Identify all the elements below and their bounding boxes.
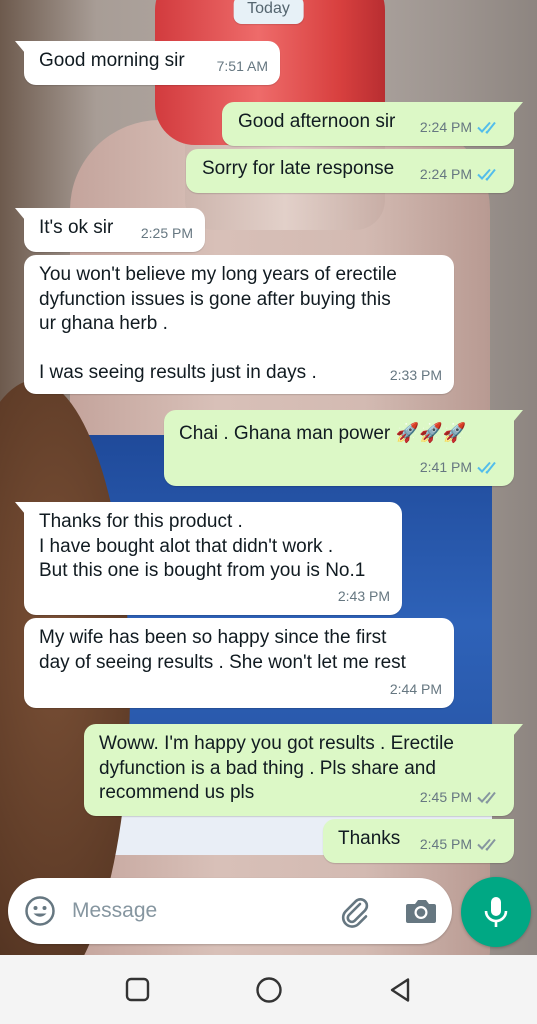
message-bubble-incoming[interactable]: Good morning sir 7:51 AM: [15, 41, 280, 85]
message-composer: [8, 878, 452, 944]
recents-square-icon[interactable]: [123, 975, 153, 1005]
date-separator: Today: [233, 0, 304, 24]
message-time: 2:45 PM: [419, 788, 472, 805]
back-triangle-icon[interactable]: [386, 975, 416, 1005]
message-text: Thanks: [338, 828, 401, 849]
message-text: You won't believe my long years of erect…: [39, 264, 397, 383]
mic-button[interactable]: [461, 877, 531, 947]
message-time: 2:25 PM: [140, 224, 193, 241]
message-bubble-outgoing[interactable]: Thanks 2:45 PM: [323, 819, 514, 863]
read-receipt-icon: [477, 167, 502, 181]
message-text-row: Chai . Ghana man power 🚀🚀🚀: [179, 422, 467, 447]
message-text: Chai . Ghana man power: [179, 423, 391, 444]
delivered-receipt-icon: [477, 790, 502, 804]
message-time: 2:33 PM: [389, 366, 442, 383]
message-bubble-outgoing[interactable]: Sorry for late response 2:24 PM: [186, 149, 514, 193]
rocket-emoji: 🚀🚀🚀: [395, 423, 467, 444]
message-time: 7:51 AM: [216, 57, 268, 74]
message-bubble-incoming[interactable]: Thanks for this product . I have bought …: [15, 502, 402, 615]
message-time: 2:44 PM: [389, 680, 442, 697]
message-meta: 2:45 PM: [420, 785, 502, 810]
message-text: Sorry for late response: [202, 158, 395, 179]
message-meta: 2:41 PM: [420, 455, 502, 480]
camera-icon[interactable]: [404, 895, 438, 927]
message-meta: 2:24 PM: [420, 162, 502, 187]
paperclip-icon[interactable]: [338, 895, 372, 929]
system-navigation-bar: [0, 955, 537, 1024]
message-meta: 2:33 PM: [390, 363, 442, 388]
message-bubble-outgoing[interactable]: Chai . Ghana man power 🚀🚀🚀 2:41 PM: [164, 410, 523, 486]
message-bubble-outgoing[interactable]: Woww. I'm happy you got results . Erecti…: [84, 724, 523, 816]
message-bubble-incoming[interactable]: My wife has been so happy since the firs…: [24, 618, 454, 708]
message-time: 2:24 PM: [419, 118, 472, 135]
message-time: 2:43 PM: [337, 587, 390, 604]
message-bubble-incoming[interactable]: It's ok sir 2:25 PM: [15, 208, 205, 252]
message-text: Good afternoon sir: [238, 111, 396, 132]
message-text: Thanks for this product . I have bought …: [39, 511, 366, 581]
message-text: Good morning sir: [39, 50, 185, 71]
message-meta: 2:45 PM: [420, 832, 502, 857]
emoji-icon[interactable]: [24, 895, 56, 927]
message-meta: 2:44 PM: [390, 677, 442, 702]
message-meta: 2:25 PM: [141, 221, 193, 246]
message-text: It's ok sir: [39, 217, 114, 238]
message-time: 2:45 PM: [419, 835, 472, 852]
message-meta: 7:51 AM: [217, 54, 268, 79]
message-input[interactable]: [72, 892, 322, 930]
message-bubble-incoming[interactable]: You won't believe my long years of erect…: [24, 255, 454, 394]
delivered-receipt-icon: [477, 837, 502, 851]
read-receipt-icon: [477, 460, 502, 474]
message-bubble-outgoing[interactable]: Good afternoon sir 2:24 PM: [222, 102, 523, 146]
message-time: 2:24 PM: [419, 165, 472, 182]
read-receipt-icon: [477, 120, 502, 134]
mic-icon: [484, 897, 508, 927]
home-circle-icon[interactable]: [254, 975, 284, 1005]
message-meta: 2:24 PM: [420, 115, 502, 140]
message-time: 2:41 PM: [419, 458, 472, 475]
message-text: My wife has been so happy since the firs…: [39, 627, 406, 673]
message-meta: 2:43 PM: [338, 584, 390, 609]
